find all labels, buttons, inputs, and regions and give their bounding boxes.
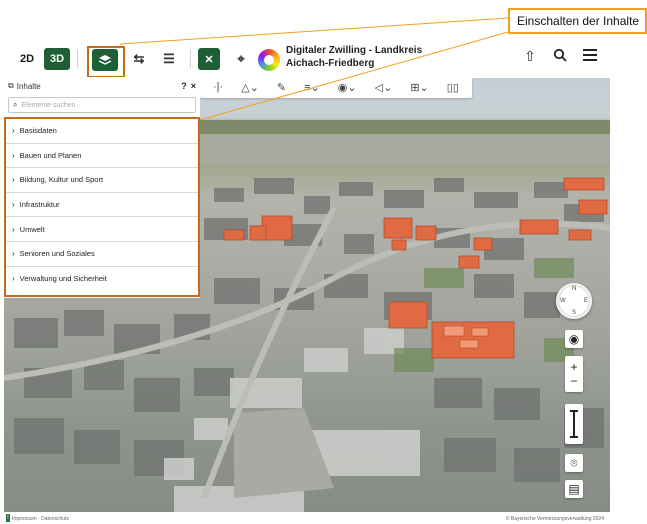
search-button[interactable]: [550, 48, 570, 65]
category-label: Infrastruktur: [19, 200, 60, 210]
map-tools-bar: ·|· △⌄ ✎ ≡⌄ ◉⌄ ◁⌄ ⊞⌄ ▯▯: [200, 76, 472, 98]
compass-south: S: [572, 310, 577, 316]
orientation-button[interactable]: ◉: [565, 330, 583, 348]
visibility-icon[interactable]: ◉⌄: [338, 81, 357, 94]
app-title-line1: Digitaler Zwilling - Landkreis: [286, 45, 423, 56]
category-label: Bildung, Kultur und Sport: [19, 175, 104, 185]
location-button[interactable]: ⌖: [230, 48, 252, 70]
chevron-right-icon: ›: [12, 175, 15, 185]
footer-links[interactable]: Impressum · Datenschutz: [12, 516, 69, 522]
category-label: Basisdaten: [19, 126, 57, 136]
category-item[interactable]: › Infrastruktur: [6, 193, 198, 218]
chevron-right-icon: ›: [12, 126, 15, 136]
category-item[interactable]: › Bildung, Kultur und Sport: [6, 168, 198, 193]
close-icon[interactable]: ×: [191, 81, 196, 91]
chevron-right-icon: ›: [12, 224, 15, 234]
target-icon: ◉: [568, 332, 580, 346]
map-pin-icon: ⌾: [570, 455, 578, 470]
chevron-right-icon: ›: [12, 150, 15, 160]
crosshair-icon[interactable]: ·|·: [213, 81, 223, 93]
layers-icon: [98, 55, 112, 65]
category-list: › Basisdaten › Bauen und Planen › Bildung, …: [4, 117, 200, 297]
shuffle-icon: ⇆: [133, 51, 145, 66]
profile-icon[interactable]: ▯▯: [447, 81, 459, 94]
tilt-control[interactable]: [565, 404, 583, 444]
legend-button[interactable]: ☰: [158, 48, 180, 70]
category-item[interactable]: › Senioren und Soziales: [6, 242, 198, 267]
category-item[interactable]: › Umwelt: [6, 217, 198, 242]
zoom-in-button[interactable]: +: [570, 360, 577, 374]
callout-label: Einschalten der Inhalte: [508, 8, 647, 34]
chevron-right-icon: ›: [12, 249, 15, 259]
grid-icon[interactable]: ⊞⌄: [410, 81, 428, 94]
panel-title: Inhalte: [16, 81, 41, 91]
attribution-text: © Bayerische Vermessungsverwaltung 2024: [505, 516, 604, 522]
view-2d-button[interactable]: 2D: [14, 48, 40, 70]
search-field[interactable]: ⌕ Elemente suchen: [8, 97, 196, 113]
info-icon[interactable]: !: [6, 514, 10, 522]
category-item[interactable]: › Verwaltung und Sicherheit: [6, 267, 198, 292]
app-title-line2: Aichach-Friedberg: [286, 58, 375, 69]
layers-button[interactable]: [92, 49, 118, 71]
search-small-icon: ⌕: [13, 100, 18, 109]
category-label: Senioren und Soziales: [19, 249, 95, 259]
top-bar: 2D 3D ⇆ ☰ ✕ ⌖ Digitaler Zwilling - Landk…: [4, 40, 614, 78]
menu-button[interactable]: [580, 48, 600, 64]
measure-icon[interactable]: △⌄: [241, 81, 259, 94]
hamburger-menu-icon: [583, 49, 597, 61]
share-button[interactable]: ⇧: [520, 48, 540, 65]
map-book-icon: ▤: [568, 482, 580, 496]
map-overview-button[interactable]: ▤: [565, 480, 583, 498]
share-arrows-button[interactable]: ⇆: [128, 48, 150, 70]
layers-small-icon: ⧉: [8, 81, 14, 90]
tilt-slider-icon: [570, 410, 578, 438]
category-label: Umwelt: [19, 224, 45, 234]
map-pin-button[interactable]: ⌾: [565, 454, 583, 472]
footer-bar: ! Impressum · Datenschutz © Bayerische V…: [4, 512, 610, 524]
category-item[interactable]: › Basisdaten: [6, 119, 198, 144]
view-3d-button[interactable]: 3D: [44, 48, 70, 70]
zoom-out-button[interactable]: −: [570, 374, 577, 388]
content-panel: ⧉ Inhalte ? × ⌕ Elemente suchen › Basisda…: [4, 77, 200, 298]
compass-north: N: [572, 286, 577, 292]
help-icon[interactable]: ?: [181, 81, 187, 91]
panel-header: ⧉ Inhalte ? ×: [4, 77, 200, 95]
category-item[interactable]: › Bauen und Planen: [6, 144, 198, 169]
compass-west: W: [560, 298, 566, 304]
tools-button[interactable]: ✕: [198, 48, 220, 70]
chevron-right-icon: ›: [12, 274, 15, 284]
zoom-control: + −: [565, 356, 583, 392]
search-placeholder: Elemente suchen: [21, 101, 76, 109]
compass-control[interactable]: N E S W: [556, 283, 592, 319]
chevron-right-icon: ›: [12, 200, 15, 210]
layers-stack-icon[interactable]: ≡⌄: [304, 81, 320, 94]
compass-east: E: [583, 298, 588, 304]
draw-icon[interactable]: ✎: [277, 81, 286, 94]
legend-list-icon: ☰: [163, 51, 175, 66]
toolbar-divider: [77, 50, 78, 68]
shadow-icon[interactable]: ◁⌄: [375, 81, 393, 94]
category-label: Verwaltung und Sicherheit: [19, 274, 107, 284]
category-label: Bauen und Planen: [19, 150, 82, 160]
search-icon: [553, 48, 567, 62]
wrench-cross-icon: ✕: [204, 53, 214, 66]
toolbar-divider: [190, 50, 191, 68]
app-root: ·|· △⌄ ✎ ≡⌄ ◉⌄ ◁⌄ ⊞⌄ ▯▯ 2D 3D ⇆ ☰ ✕ ⌖ Di…: [0, 0, 647, 524]
location-pin-icon: ⌖: [237, 51, 245, 66]
district-logo: [258, 49, 280, 71]
share-icon: ⇧: [524, 48, 536, 64]
app-title: Digitaler Zwilling - Landkreis Aichach-F…: [286, 44, 422, 70]
